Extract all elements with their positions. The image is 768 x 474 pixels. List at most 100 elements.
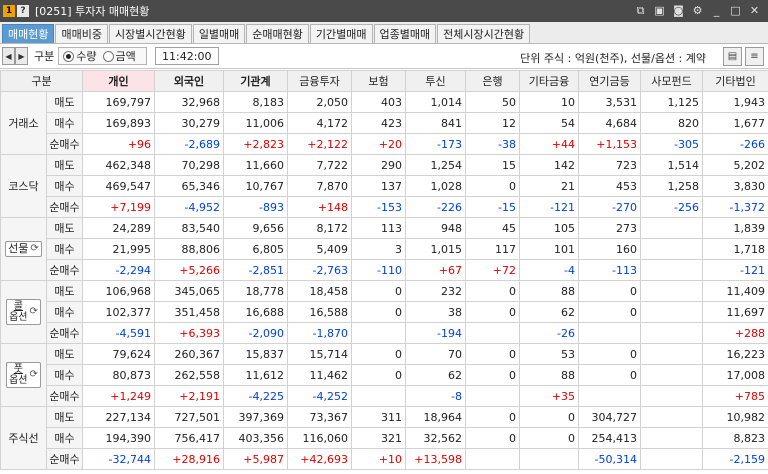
camera-icon[interactable]: ◙: [671, 3, 686, 18]
tab-7[interactable]: 전체시장시간현황: [437, 24, 531, 43]
radio-amount-dot[interactable]: [102, 50, 114, 62]
header-pension[interactable]: 연기금등: [578, 70, 641, 92]
table-cell: [351, 385, 406, 407]
group-cell: 주식선: [0, 406, 47, 470]
header-bank[interactable]: 은행: [465, 70, 520, 92]
row-type-label: 매수: [46, 301, 83, 323]
group-button[interactable]: 선물 ⟳: [5, 241, 42, 257]
table-cell: 102,377: [82, 301, 155, 323]
table-cell: 169,893: [82, 112, 155, 134]
table-row: 매수 21,995 88,806 6,805 5,409 3 1,015 117 101 160 1…: [1, 238, 768, 260]
investor-trading-table: 구분 개인 외국인 기관계 금융투자 보험 투신 은행 기타금융 연기금등 사모…: [0, 70, 768, 470]
group-cell[interactable]: 콜 옵션 ⟳: [0, 280, 47, 344]
link-icon[interactable]: ⧉: [633, 3, 648, 18]
close-icon[interactable]: ✕: [747, 3, 762, 18]
table-row: 순매수 +1,249 +2,191 -4,225 -4,252 -8 +35 +785: [1, 385, 768, 407]
table-cell: 24,289: [82, 217, 155, 239]
header-private-fund[interactable]: 사모펀드: [640, 70, 703, 92]
group-cell[interactable]: 선물 ⟳: [0, 217, 47, 281]
prev-arrow-icon[interactable]: ◀: [2, 47, 15, 65]
table-cell: 21: [519, 175, 579, 197]
radio-quantity-dot[interactable]: [63, 50, 75, 62]
row-type-label: 순매수: [46, 196, 83, 218]
table-row: 순매수 -4,591 +6,393 -2,090 -1,870 -194 -26 +288: [1, 322, 768, 344]
table-cell: 53: [519, 343, 579, 365]
refresh-icon[interactable]: ⟳: [30, 369, 38, 381]
table-cell: -121: [702, 259, 768, 281]
tab-5[interactable]: 기간별매매: [309, 24, 373, 43]
group-label: 콜 옵션: [9, 301, 27, 323]
table-cell: 345,065: [154, 280, 224, 302]
table-cell: 11,409: [702, 280, 768, 302]
table-cell: 15,714: [287, 343, 352, 365]
table-cell: 403: [351, 91, 406, 113]
table-cell: 5,202: [702, 154, 768, 176]
table-cell: +2,191: [154, 385, 224, 407]
table-cell: +44: [519, 133, 579, 155]
header-insurance[interactable]: 보험: [351, 70, 406, 92]
group-cell[interactable]: 풋 옵션 ⟳: [0, 343, 47, 407]
group-label: 풋 옵션: [9, 364, 27, 386]
table-cell: 273: [578, 217, 641, 239]
table-cell: 0: [519, 406, 579, 428]
radio-amount[interactable]: 금액: [102, 48, 136, 64]
header-foreign[interactable]: 외국인: [154, 70, 224, 92]
header-category: 구분: [0, 70, 83, 92]
tab-3[interactable]: 일별매매: [192, 24, 246, 43]
tab-1[interactable]: 매매비중: [55, 24, 108, 43]
table-cell: -226: [405, 196, 466, 218]
time-input[interactable]: 11:42:00: [154, 47, 219, 65]
row-type-label: 매수: [46, 112, 83, 134]
table-cell: -4: [519, 259, 579, 281]
table-cell: +5,266: [154, 259, 224, 281]
table-cell: -266: [702, 133, 768, 155]
table-cell: 83,540: [154, 217, 224, 239]
table-cell: 0: [578, 343, 641, 365]
group-cell: 거래소: [0, 91, 47, 155]
table-cell: 62: [405, 364, 466, 386]
table-cell: [519, 448, 579, 470]
group-button[interactable]: 풋 옵션 ⟳: [6, 362, 41, 388]
table-cell: 1,254: [405, 154, 466, 176]
settings-icon[interactable]: ⚙: [690, 3, 705, 18]
row-type-label: 순매수: [46, 448, 83, 470]
next-arrow-icon[interactable]: ▶: [15, 47, 28, 65]
minimize-icon[interactable]: _: [709, 3, 724, 18]
table-cell: -2,851: [223, 259, 288, 281]
grid-view-icon[interactable]: ▤: [723, 47, 742, 66]
table-cell: 7,722: [287, 154, 352, 176]
header-trust[interactable]: 투신: [405, 70, 466, 92]
radio-quantity[interactable]: 수량: [63, 48, 97, 64]
table-cell: 1,125: [640, 91, 703, 113]
table-cell: 54: [519, 112, 579, 134]
row-type-label: 매도: [46, 280, 83, 302]
header-financial-investment[interactable]: 금융투자: [287, 70, 352, 92]
tab-4[interactable]: 순매매현황: [246, 24, 309, 43]
header-other-finance[interactable]: 기타금융: [519, 70, 579, 92]
table-cell: -32,744: [82, 448, 155, 470]
tab-6[interactable]: 업종별매매: [373, 24, 437, 43]
maximize-icon[interactable]: □: [728, 3, 743, 18]
tab-2[interactable]: 시장별시간현황: [108, 24, 192, 43]
table-row: 매수 469,547 65,346 10,767 7,870 137 1,028 0 21 453…: [1, 175, 768, 197]
group-label-line1: 풋: [13, 364, 23, 375]
header-institution-total[interactable]: 기관계: [223, 70, 288, 92]
tab-0[interactable]: 매매현황: [2, 24, 55, 43]
table-cell: -26: [519, 322, 579, 344]
refresh-icon[interactable]: ⟳: [30, 243, 38, 255]
table-cell: +2,823: [223, 133, 288, 155]
refresh-icon[interactable]: ⟳: [30, 306, 38, 318]
table-cell: 0: [465, 280, 520, 302]
table-cell: 0: [351, 280, 406, 302]
table-cell: 113: [351, 217, 406, 239]
list-view-icon[interactable]: ≡: [745, 47, 764, 66]
screen-number-badge[interactable]: 1: [3, 5, 15, 17]
header-individual[interactable]: 개인: [82, 70, 155, 92]
header-other-corp[interactable]: 기타법인: [702, 70, 768, 92]
group-button[interactable]: 콜 옵션 ⟳: [6, 299, 41, 325]
table-cell: -38: [465, 133, 520, 155]
table-row: 주식선 매도 227,134 727,501 397,369 73,367 311 18,96…: [0, 406, 768, 470]
group-label: 선물: [8, 242, 29, 255]
help-icon[interactable]: ?: [17, 5, 29, 17]
popup-icon[interactable]: ▣: [652, 3, 667, 18]
